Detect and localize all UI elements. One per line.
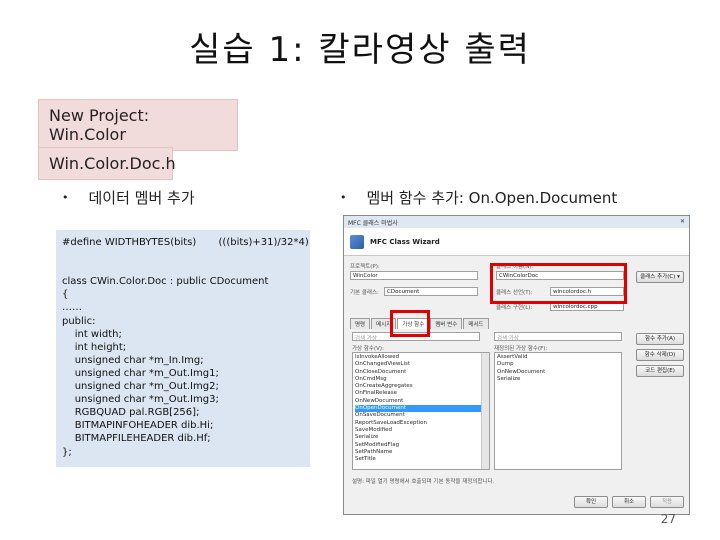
ok-button[interactable]: 확인 (574, 496, 608, 508)
implfile-label: 클래스 구현(L): (496, 305, 533, 311)
page-number: 27 (660, 512, 676, 526)
list-item[interactable]: OnCreateAggregates (355, 383, 487, 390)
bullet-dot-icon: • (62, 191, 69, 204)
slide-title: 실습 1: 칼라영상 출력 (189, 30, 531, 70)
code-line: #define WIDTHBYTES(bits) (((bits)+31)/32… (62, 237, 309, 248)
list-item[interactable]: OnNewDocument (355, 398, 487, 405)
project-field-label: 프로젝트(P): (350, 264, 380, 270)
tab-methods[interactable]: 메서드 (463, 318, 489, 329)
right-list-label: 재정의된 가상 함수(F): (494, 346, 548, 352)
list-item[interactable]: SetModifiedFlag (355, 442, 487, 449)
tab-commands[interactable]: 명령 (350, 318, 371, 329)
overridden-function-list[interactable]: AssertValid Dump OnNewDocument Serialize (494, 352, 622, 470)
add-function-button[interactable]: 함수 추가(A) (636, 333, 684, 345)
close-icon[interactable]: ✕ (680, 218, 685, 226)
left-list-label: 가상 함수(V): (352, 346, 384, 352)
cancel-button[interactable]: 취소 (612, 496, 646, 508)
list-item[interactable]: Serialize (497, 376, 619, 383)
bullet-data-members: • 데이터 멤버 추가 (62, 187, 195, 208)
add-class-button[interactable]: 클래스 추가(C) ▾ (636, 271, 684, 283)
code-line: { (62, 289, 69, 301)
list-item[interactable]: SetPathName (355, 449, 487, 456)
apply-button[interactable]: 적용 (650, 496, 684, 508)
list-item[interactable]: IsInvokeAllowed (355, 354, 487, 361)
file-label: Win.Color.Doc.h (38, 147, 176, 180)
list-item[interactable]: SetTitle (355, 456, 487, 463)
code-block: #define WIDTHBYTES(bits) (((bits)+31)/32… (56, 230, 310, 467)
project-select[interactable]: WinColor (350, 271, 478, 280)
description-text: 설명: 파일 열기 명령에서 호출되며 기본 동작을 재정의합니다. (352, 479, 495, 485)
dialog-header-title: MFC Class Wizard (370, 237, 440, 246)
code-line: unsigned char *m_Out.Img1; (62, 367, 219, 379)
list-item[interactable]: OnChangedViewList (355, 361, 487, 368)
code-line: unsigned char *m_In.Img; (62, 354, 204, 366)
edit-code-button[interactable]: 코드 편집(E) (636, 365, 684, 377)
tab-member-variables[interactable]: 멤버 변수 (430, 318, 463, 329)
bullet-text: 멤버 함수 추가: On.Open.Document (366, 189, 618, 207)
bullet-member-function: • 멤버 함수 추가: On.Open.Document (340, 187, 617, 208)
dialog-titlebar: MFC 클래스 마법사 ✕ (344, 216, 689, 228)
wizard-logo-icon (350, 234, 364, 249)
dialog-titlebar-text: MFC 클래스 마법사 (348, 220, 398, 227)
list-item[interactable]: SaveModified (355, 427, 487, 434)
list-item[interactable]: OnSaveDocument (355, 412, 487, 419)
class-wizard-dialog: MFC 클래스 마법사 ✕ MFC Class Wizard 프로젝트(P): … (343, 215, 690, 515)
code-line: int height; (62, 341, 127, 353)
dialog-header: MFC Class Wizard (344, 228, 689, 256)
list-item[interactable]: ReportSaveLoadException (355, 420, 487, 427)
baseclass-value: CDocument (384, 287, 478, 296)
code-line: unsigned char *m_Out.Img3; (62, 394, 219, 406)
code-line: RGBQUAD pal.RGB[256]; (62, 407, 200, 419)
delete-function-button[interactable]: 함수 삭제(D) (636, 349, 684, 361)
list-item[interactable]: Dump (497, 361, 619, 368)
list-item[interactable]: OnNewDocument (497, 369, 619, 376)
search-right-input[interactable]: 검색 가상 (494, 332, 622, 341)
code-line: BITMAPINFOHEADER dib.Hi; (62, 420, 214, 432)
virtual-function-list[interactable]: IsInvokeAllowed OnChangedViewList OnCloseD… (352, 352, 490, 470)
project-label: New Project: Win.Color (38, 99, 238, 151)
bullet-dot-icon: • (340, 191, 347, 204)
list-item[interactable]: OnFinalRelease (355, 390, 487, 397)
bullet-text: 데이터 멤버 추가 (88, 189, 195, 207)
code-line: class CWin.Color.Doc : public CDocument (62, 276, 269, 288)
highlight-tab-box (390, 310, 430, 337)
code-line: …… (62, 302, 82, 314)
list-item[interactable]: OnCloseDocument (355, 369, 487, 376)
code-line: public: (62, 315, 96, 327)
list-item[interactable]: AssertValid (497, 354, 619, 361)
highlight-classname-box (490, 263, 627, 304)
code-line: BITMAPFILEHEADER dib.Hf; (62, 433, 211, 445)
scrollbar[interactable] (481, 353, 489, 469)
list-item[interactable]: Serialize (355, 434, 487, 441)
baseclass-label: 기본 클래스: (350, 290, 379, 296)
code-line: unsigned char *m_Out.Img2; (62, 381, 219, 393)
code-line: int width; (62, 328, 122, 340)
list-item[interactable]: OnCmdMsg (355, 376, 487, 383)
code-line: }; (62, 446, 72, 458)
list-item[interactable]: OnOpenDocument (355, 405, 487, 413)
